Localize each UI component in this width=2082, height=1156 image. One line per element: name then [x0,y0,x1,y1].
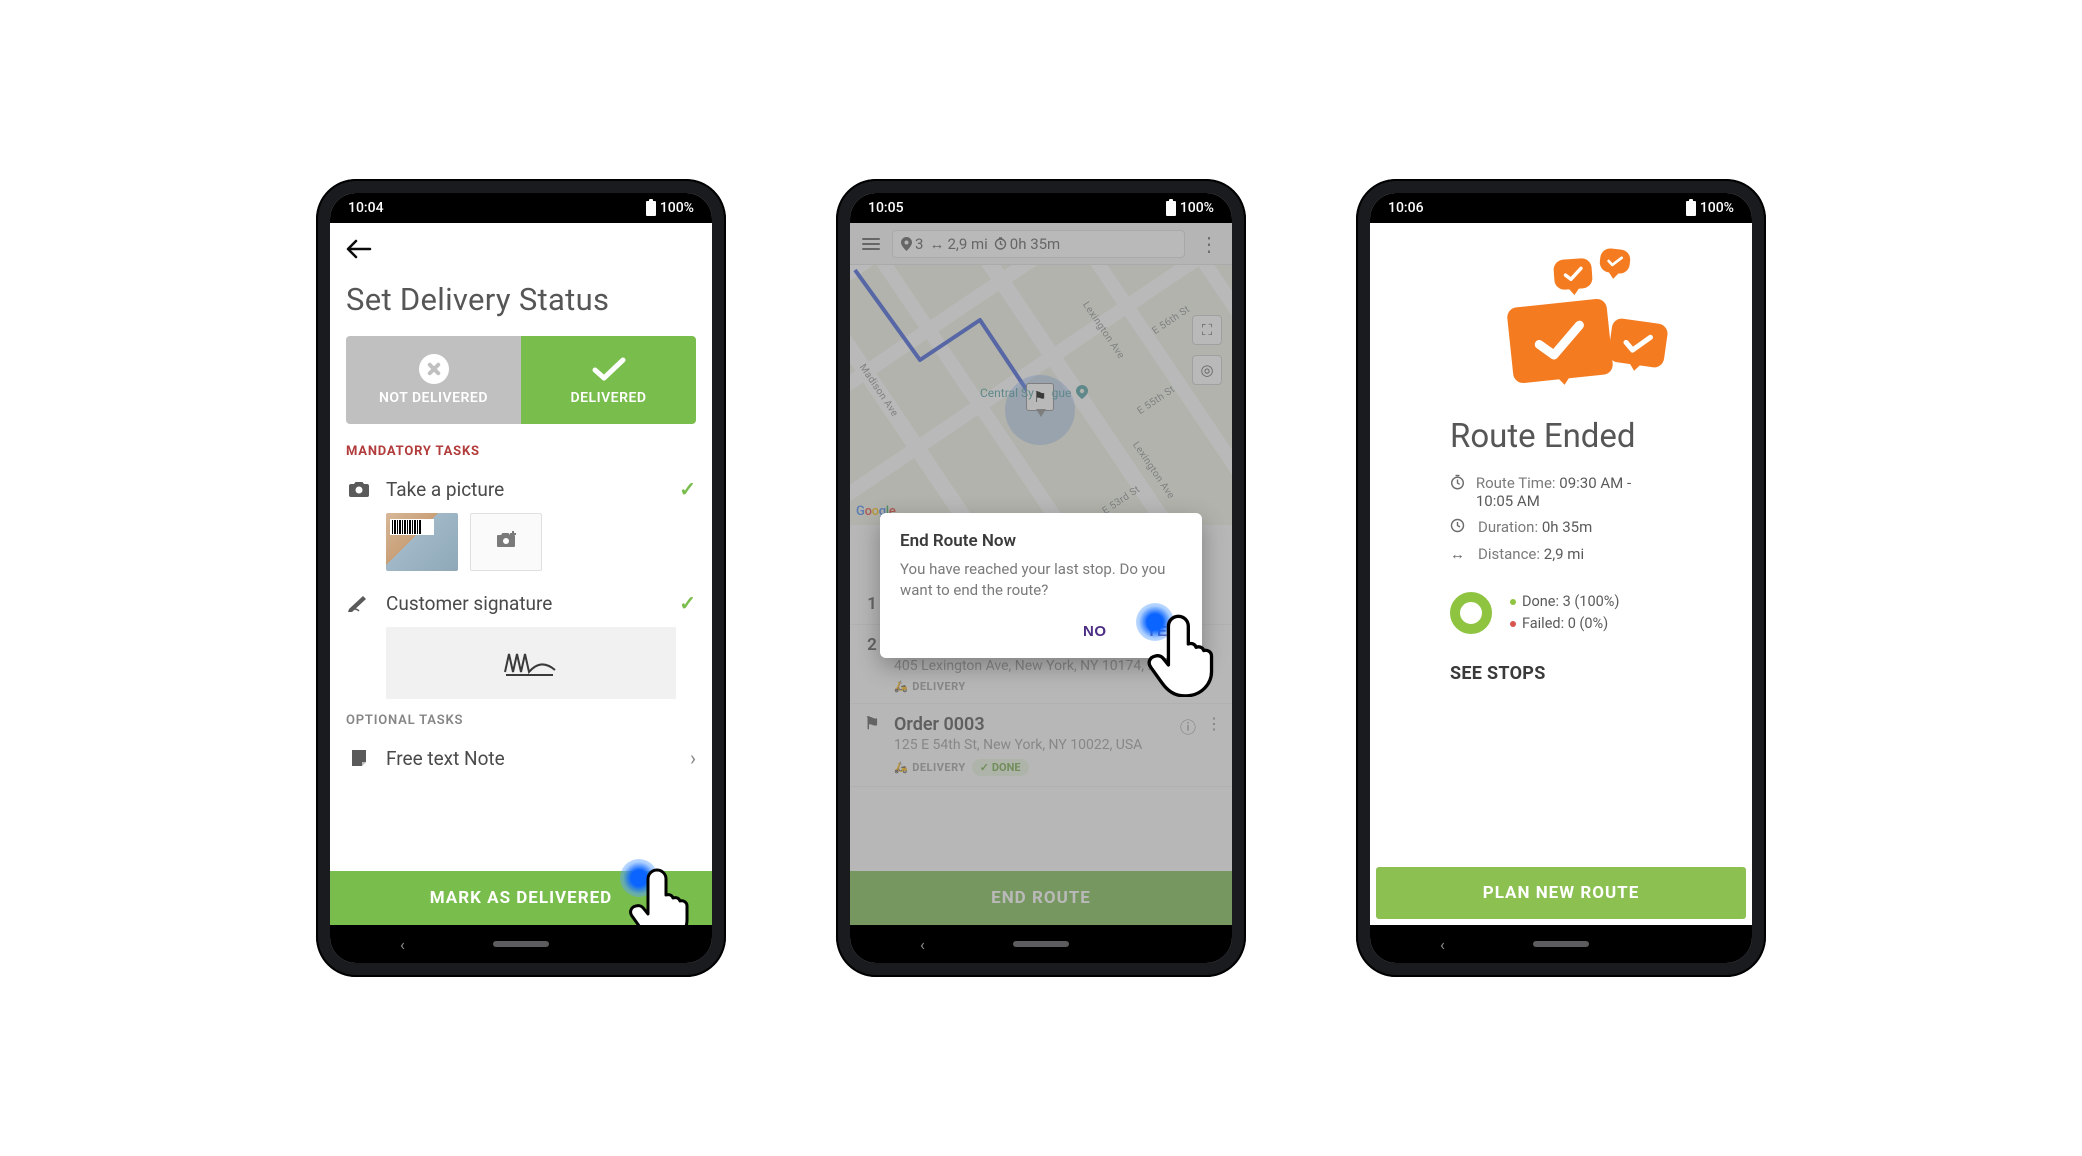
page-title: Set Delivery Status [346,281,696,318]
status-battery: 100% [660,200,694,216]
nav-back-icon[interactable]: ‹ [920,935,925,954]
nav-home-pill[interactable] [1013,941,1069,947]
optional-tasks-label: OPTIONAL TASKS [346,713,696,728]
android-nav-bar: ‹ [330,925,712,963]
completion-ring-row: Done: 3 (100%) Failed: 0 (0%) [1450,591,1672,635]
distance-row: ↔ Distance: 2,9 mi [1450,545,1672,563]
nav-back-icon[interactable]: ‹ [400,935,405,954]
toggle-not-delivered[interactable]: NOT DELIVERED [346,336,521,424]
dialog-no-button[interactable]: NO [1079,617,1111,646]
mark-as-delivered-button[interactable]: MARK AS DELIVERED [330,871,712,925]
status-bar: 10:05 100% [850,193,1232,223]
route-time-row: Route Time: 09:30 AM - 10:05 AM [1450,474,1672,510]
status-bar: 10:04 100% [330,193,712,223]
dialog-yes-button[interactable]: YES [1142,617,1182,646]
page-title: Route Ended [1450,417,1672,456]
cta-label: PLAN NEW ROUTE [1483,883,1640,903]
nav-back-icon[interactable]: ‹ [1440,935,1445,954]
toggle-not-delivered-label: NOT DELIVERED [379,390,488,406]
mandatory-tasks-label: MANDATORY TASKS [346,444,696,459]
task-take-picture[interactable]: Take a picture ✓ [346,469,696,509]
android-nav-bar: ‹ [1370,925,1752,963]
phone-frame-2: 10:05 100% 3 ↔ 2,9 mi 0h 35m [836,179,1246,977]
chevron-right-icon: › [690,746,696,770]
x-circle-icon [419,354,449,384]
nav-home-pill[interactable] [1533,941,1589,947]
signature-scribble [501,648,561,678]
android-nav-bar: ‹ [850,925,1232,963]
task-label: Customer signature [386,592,665,615]
photo-thumbnail[interactable] [386,513,458,571]
add-camera-icon [494,530,518,554]
delivery-status-toggle[interactable]: NOT DELIVERED DELIVERED [346,336,696,424]
dialog-title: End Route Now [900,531,1182,551]
signature-preview[interactable] [386,627,676,699]
dialog-body: You have reached your last stop. Do you … [900,559,1182,601]
toggle-delivered[interactable]: DELIVERED [521,336,696,424]
done-stat: Done: 3 (100%) [1510,591,1619,613]
failed-stat: Failed: 0 (0%) [1510,613,1619,635]
back-arrow-icon[interactable] [346,237,372,265]
distance-icon: ↔ [1450,545,1468,563]
toggle-delivered-label: DELIVERED [570,390,646,406]
task-label: Free text Note [386,747,676,770]
status-battery: 100% [1700,200,1734,216]
end-route-dialog: End Route Now You have reached your last… [880,513,1202,658]
status-bar: 10:06 100% [1370,193,1752,223]
nav-home-pill[interactable] [493,941,549,947]
check-icon: ✓ [679,591,696,615]
completion-ring-icon [1450,592,1492,634]
duration-row: Duration: 0h 35m [1450,518,1672,537]
battery-icon [646,201,656,216]
route-ended-illustration [1450,243,1672,403]
check-icon: ✓ [679,477,696,501]
battery-icon [1686,201,1696,216]
task-free-text-note[interactable]: Free text Note › [346,738,696,778]
camera-icon [346,480,372,498]
plan-new-route-button[interactable]: PLAN NEW ROUTE [1376,867,1746,919]
status-time: 10:05 [868,200,904,216]
status-battery: 100% [1180,200,1214,216]
phone-frame-3: 10:06 100% [1356,179,1766,977]
pen-icon [346,594,372,612]
stopwatch-icon [1450,474,1466,494]
add-photo-button[interactable] [470,513,542,571]
phone-frame-1: 10:04 100% Set Delivery Status NOT DELIV… [316,179,726,977]
task-customer-signature[interactable]: Customer signature ✓ [346,583,696,623]
see-stops-button[interactable]: SEE STOPS [1450,663,1672,684]
battery-icon [1166,201,1176,216]
status-time: 10:04 [348,200,384,216]
note-icon [346,748,372,768]
check-icon [589,354,629,384]
status-time: 10:06 [1388,200,1424,216]
task-label: Take a picture [386,478,665,501]
cta-label: MARK AS DELIVERED [430,888,612,908]
clock-icon [1450,518,1468,537]
